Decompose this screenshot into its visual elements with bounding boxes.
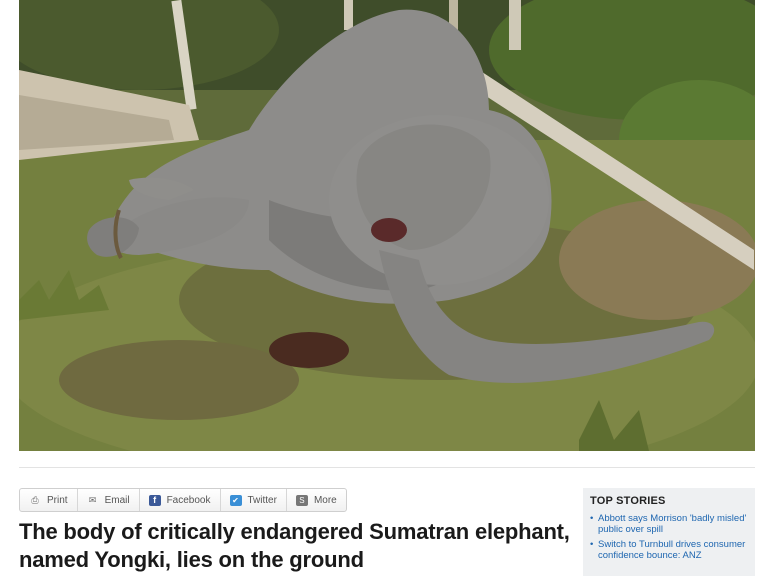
twitter-button[interactable]: ✔ Twitter bbox=[221, 489, 287, 511]
content-divider bbox=[19, 467, 755, 468]
more-button[interactable]: S More bbox=[287, 489, 346, 511]
top-stories-panel: TOP STORIES Abbott says Morrison 'badly … bbox=[583, 488, 755, 576]
share-toolbar: ⎙ Print ✉ Email f Facebook ✔ Twitter S M… bbox=[19, 488, 347, 512]
photo-caption-headline: The body of critically endangered Sumatr… bbox=[19, 519, 570, 572]
elephant-photo-graphic bbox=[19, 0, 755, 451]
top-stories-title: TOP STORIES bbox=[590, 495, 666, 507]
top-story-link[interactable]: Switch to Turnbull drives consumer confi… bbox=[590, 539, 748, 561]
facebook-button[interactable]: f Facebook bbox=[140, 489, 221, 511]
printer-icon: ⎙ bbox=[31, 494, 39, 505]
top-stories-list: Abbott says Morrison 'badly misled' publ… bbox=[590, 513, 748, 561]
article-page: ⎙ Print ✉ Email f Facebook ✔ Twitter S M… bbox=[0, 0, 768, 576]
print-button[interactable]: ⎙ Print bbox=[20, 489, 78, 511]
facebook-icon: f bbox=[148, 494, 161, 506]
email-label: Email bbox=[104, 494, 130, 506]
facebook-label: Facebook bbox=[166, 494, 211, 506]
top-story-link[interactable]: Abbott says Morrison 'badly misled' publ… bbox=[590, 513, 748, 535]
twitter-icon: ✔ bbox=[229, 494, 242, 506]
article-photo bbox=[19, 0, 755, 451]
print-label: Print bbox=[47, 494, 68, 506]
share-icon: S bbox=[295, 494, 308, 506]
more-label: More bbox=[313, 494, 337, 506]
envelope-icon: ✉ bbox=[88, 494, 97, 505]
email-button[interactable]: ✉ Email bbox=[78, 489, 140, 511]
twitter-label: Twitter bbox=[247, 494, 277, 506]
